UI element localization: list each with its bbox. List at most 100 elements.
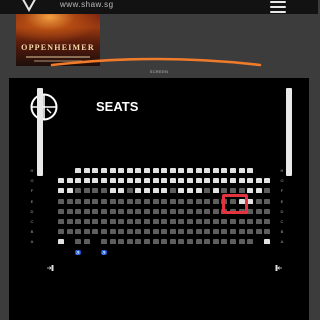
seat[interactable] xyxy=(161,188,168,194)
seat[interactable] xyxy=(255,178,262,184)
seat[interactable] xyxy=(152,168,159,173)
seat xyxy=(187,208,193,214)
seat[interactable] xyxy=(83,178,90,184)
seat xyxy=(135,239,142,245)
seat xyxy=(238,219,245,224)
seat[interactable] xyxy=(212,168,219,173)
seat[interactable] xyxy=(178,178,185,184)
seat[interactable] xyxy=(264,239,271,245)
seat[interactable] xyxy=(178,188,185,194)
seat xyxy=(178,219,185,224)
seat[interactable] xyxy=(152,188,159,194)
seat xyxy=(152,198,159,204)
seat xyxy=(135,229,142,235)
seat xyxy=(221,219,228,224)
seat[interactable] xyxy=(230,178,236,184)
seat[interactable] xyxy=(75,178,82,184)
seat xyxy=(126,188,133,194)
seat xyxy=(152,219,159,224)
seat[interactable] xyxy=(238,178,245,184)
seat[interactable] xyxy=(195,178,202,184)
seat[interactable] xyxy=(169,178,176,184)
seat[interactable] xyxy=(83,168,90,173)
seat xyxy=(264,219,271,224)
seat xyxy=(83,229,90,235)
seat[interactable] xyxy=(126,168,133,173)
seat xyxy=(212,198,219,204)
seat[interactable] xyxy=(255,188,262,194)
seat xyxy=(118,198,125,204)
seat xyxy=(75,219,82,224)
seat[interactable] xyxy=(204,178,211,184)
seat[interactable] xyxy=(101,178,107,184)
row-letter: B xyxy=(30,229,34,235)
seat[interactable] xyxy=(169,168,176,173)
seat[interactable] xyxy=(109,168,116,173)
seat[interactable] xyxy=(212,178,219,184)
seat[interactable] xyxy=(187,178,193,184)
seat[interactable] xyxy=(118,178,125,184)
seat[interactable] xyxy=(144,188,150,194)
seat[interactable] xyxy=(75,168,82,173)
seat[interactable] xyxy=(109,178,116,184)
seat[interactable] xyxy=(230,168,236,173)
seat[interactable] xyxy=(247,198,254,204)
seat xyxy=(109,219,116,224)
seat xyxy=(221,239,228,245)
seat xyxy=(230,219,236,224)
seat xyxy=(118,229,125,235)
seat xyxy=(101,239,107,245)
seat[interactable] xyxy=(221,168,228,173)
seat[interactable] xyxy=(152,178,159,184)
seat[interactable] xyxy=(178,168,185,173)
seat[interactable] xyxy=(66,178,73,184)
seat[interactable] xyxy=(144,178,150,184)
seat[interactable] xyxy=(118,168,125,173)
seat[interactable] xyxy=(135,168,142,173)
seat[interactable] xyxy=(118,188,125,194)
seat[interactable] xyxy=(135,188,142,194)
seat xyxy=(212,208,219,214)
seat xyxy=(264,198,271,204)
row-letter: E xyxy=(30,198,34,204)
seat[interactable] xyxy=(195,168,202,173)
seat[interactable] xyxy=(92,178,99,184)
seat[interactable] xyxy=(58,188,64,194)
seat[interactable] xyxy=(126,178,133,184)
wheelchair-seat-icon[interactable]: ♿ xyxy=(75,249,82,255)
seat[interactable] xyxy=(264,178,271,184)
seat[interactable] xyxy=(238,168,245,173)
seat[interactable] xyxy=(212,188,219,194)
seat[interactable] xyxy=(92,168,99,173)
selected-seat-highlight[interactable] xyxy=(222,194,248,214)
seat[interactable] xyxy=(109,188,116,194)
seat[interactable] xyxy=(187,188,193,194)
seat xyxy=(92,198,99,204)
seat[interactable] xyxy=(66,188,73,194)
seat xyxy=(212,239,219,245)
seat xyxy=(135,208,142,214)
row-letter: F xyxy=(280,188,284,194)
seat[interactable] xyxy=(247,178,254,184)
seat[interactable] xyxy=(187,168,193,173)
seat xyxy=(204,208,211,214)
seat xyxy=(204,188,211,194)
row-letter: G xyxy=(30,178,34,184)
seat[interactable] xyxy=(144,168,150,173)
seat[interactable] xyxy=(247,188,254,194)
seat xyxy=(144,219,150,224)
seat[interactable] xyxy=(204,168,211,173)
seat[interactable] xyxy=(58,178,64,184)
wheelchair-seat-icon[interactable]: ♿ xyxy=(101,249,107,255)
seat[interactable] xyxy=(101,168,107,173)
seat[interactable] xyxy=(161,178,168,184)
seat xyxy=(92,208,99,214)
seat[interactable] xyxy=(161,168,168,173)
seat xyxy=(161,198,168,204)
seat[interactable] xyxy=(135,178,142,184)
seat[interactable] xyxy=(221,178,228,184)
seat xyxy=(135,198,142,204)
seat[interactable] xyxy=(247,168,254,173)
seat[interactable] xyxy=(195,188,202,194)
seat[interactable] xyxy=(58,239,64,245)
